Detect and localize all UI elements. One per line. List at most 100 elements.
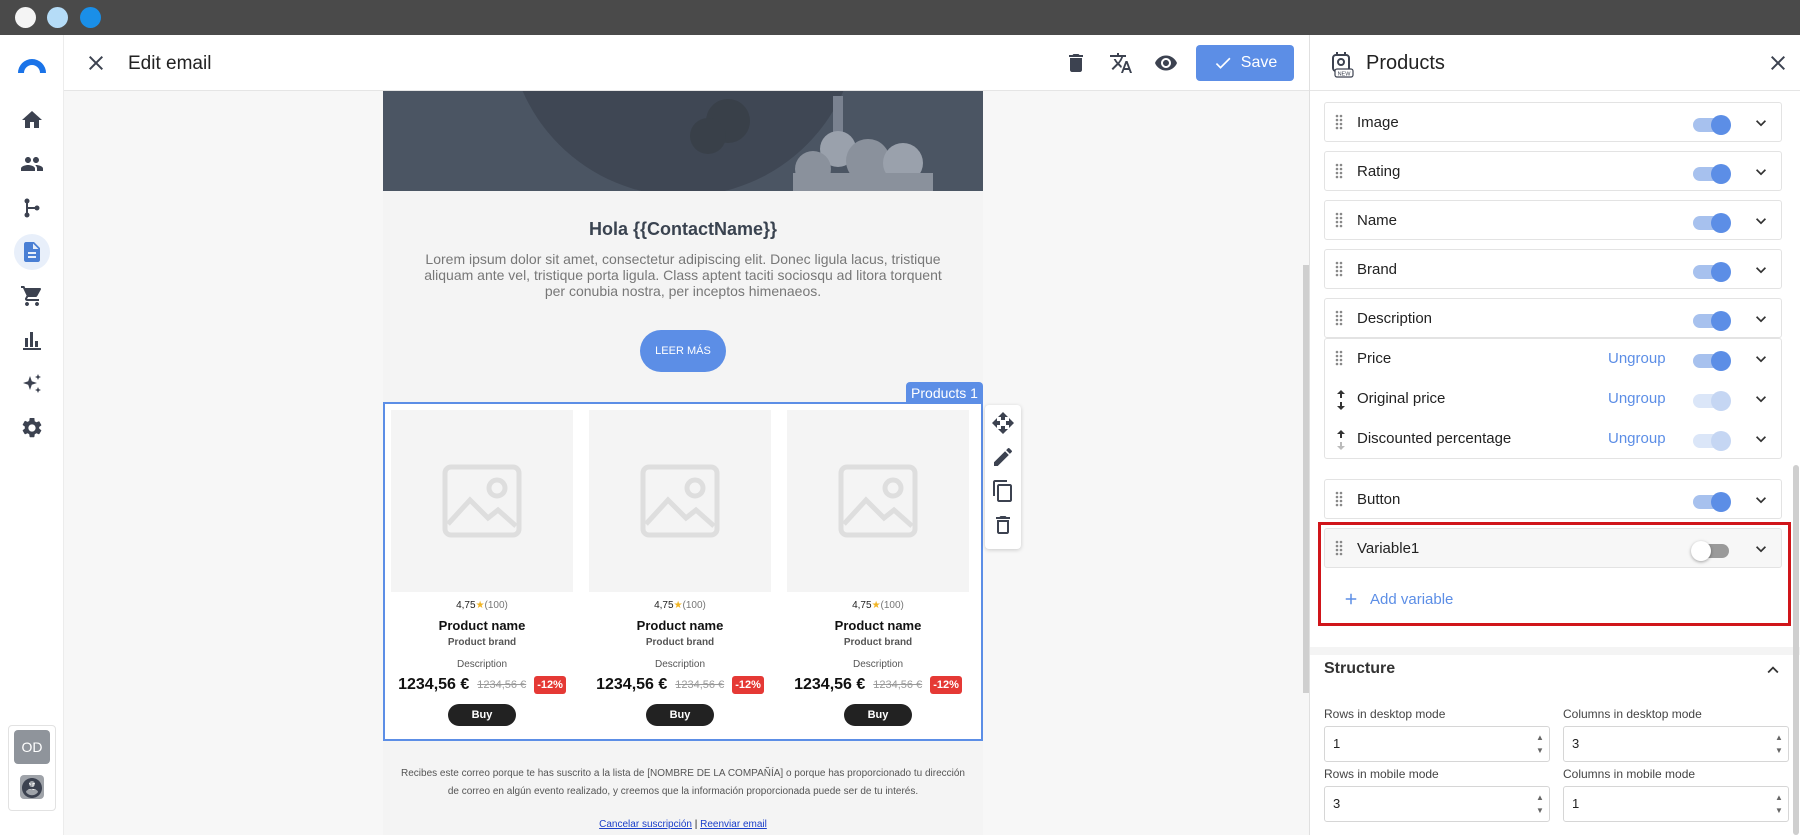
read-more-button[interactable]: LEER MÁS [640, 330, 726, 372]
product-image [589, 410, 771, 592]
edit-pencil-icon[interactable] [991, 445, 1015, 469]
chevron-down-icon[interactable] [1751, 260, 1771, 280]
nav-sparkle-icon[interactable] [14, 366, 50, 402]
email-greeting: Hola {{ContactName}} [588, 219, 778, 239]
field-toggle[interactable] [1693, 491, 1731, 512]
chevron-up-icon[interactable] [1762, 659, 1784, 681]
drag-handle-icon[interactable] [1335, 114, 1343, 130]
rows-mobile-input[interactable]: 3 ▲ ▼ [1324, 786, 1550, 822]
page-title: Edit email [128, 53, 212, 74]
field-row-description[interactable]: Description [1324, 298, 1782, 338]
nav-contacts-icon[interactable] [14, 146, 50, 182]
drag-handle-icon[interactable] [1335, 212, 1343, 228]
chevron-down-icon[interactable] [1751, 162, 1771, 182]
drag-handle-icon[interactable] [1335, 310, 1343, 326]
field-row-price[interactable]: Price Ungroup [1325, 339, 1781, 379]
product-card[interactable]: 4,75★(100) Product name Product brand De… [391, 410, 573, 726]
close-panel-icon[interactable] [1766, 51, 1790, 75]
product-discount-badge: -12% [534, 676, 566, 694]
unsubscribe-link[interactable]: Cancelar suscripción [599, 819, 692, 830]
field-toggle[interactable] [1693, 163, 1731, 184]
image-placeholder-icon [838, 464, 918, 538]
nav-home-icon[interactable] [14, 102, 50, 138]
drag-handle-icon[interactable] [1335, 350, 1343, 366]
products-block-label[interactable]: Products 1 [906, 382, 983, 403]
product-card[interactable]: 4,75★(100) Product name Product brand De… [589, 410, 771, 726]
chevron-down-icon[interactable] [1751, 113, 1771, 133]
duplicate-icon[interactable] [991, 479, 1015, 503]
chevron-down-icon[interactable] [1751, 349, 1771, 369]
app-logo-icon[interactable] [16, 55, 48, 75]
drag-handle-icon[interactable] [1335, 261, 1343, 277]
remove-block-icon[interactable] [991, 513, 1015, 537]
columns-desktop-input[interactable]: 3 ▲ ▼ [1563, 726, 1789, 762]
drag-handle-icon[interactable] [1335, 491, 1343, 507]
product-card[interactable]: 4,75★(100) Product name Product brand De… [787, 410, 969, 726]
avatar-od[interactable]: OD [14, 730, 50, 764]
resend-email-link[interactable]: Reenviar email [700, 819, 767, 830]
field-toggle[interactable] [1693, 114, 1731, 135]
field-row-button[interactable]: Button [1324, 479, 1782, 519]
ungroup-link[interactable]: Ungroup [1608, 430, 1666, 447]
chevron-down-icon[interactable] [1751, 490, 1771, 510]
rows-desktop-input[interactable]: 1 ▲ ▼ [1324, 726, 1550, 762]
nav-document-icon[interactable] [14, 234, 50, 270]
field-row-discounted-percentage[interactable]: Discounted percentage Ungroup [1325, 419, 1781, 459]
chevron-down-icon[interactable] [1751, 211, 1771, 231]
nav-profile-icon[interactable] [14, 770, 50, 806]
buy-button[interactable]: Buy [448, 704, 516, 726]
hero-image[interactable] [383, 91, 983, 191]
products-block[interactable]: 4,75★(100) Product name Product brand De… [383, 402, 983, 741]
email-footer-links: Cancelar suscripción | Reenviar email [400, 819, 966, 830]
preview-eye-icon[interactable] [1154, 51, 1178, 75]
window-maximize-button[interactable] [80, 7, 101, 28]
stepper-arrows-icon[interactable]: ▲ ▼ [1535, 731, 1545, 757]
nav-automation-icon[interactable] [14, 190, 50, 226]
stepper-arrows-icon[interactable]: ▲ ▼ [1774, 731, 1784, 757]
nav-settings-icon[interactable] [14, 410, 50, 446]
ungroup-link[interactable]: Ungroup [1608, 390, 1666, 407]
translate-icon[interactable] [1109, 51, 1133, 75]
stepper-arrows-icon[interactable]: ▲ ▼ [1535, 791, 1545, 817]
field-row-brand[interactable]: Brand [1324, 249, 1782, 289]
move-icon[interactable] [991, 411, 1015, 435]
save-button[interactable]: Save [1196, 45, 1294, 81]
field-row-original-price[interactable]: Original price Ungroup [1325, 379, 1781, 419]
nav-cart-icon[interactable] [14, 278, 50, 314]
svg-text:NEW: NEW [1338, 72, 1352, 78]
chevron-down-icon[interactable] [1751, 429, 1771, 449]
buy-button[interactable]: Buy [646, 704, 714, 726]
chevron-down-icon[interactable] [1751, 389, 1771, 409]
columns-desktop-label: Columns in desktop mode [1563, 707, 1702, 721]
nav-stats-icon[interactable] [14, 322, 50, 358]
image-placeholder-icon [640, 464, 720, 538]
window-minimize-button[interactable] [47, 7, 68, 28]
field-toggle[interactable] [1693, 350, 1731, 371]
ungroup-link[interactable]: Ungroup [1608, 350, 1666, 367]
sort-arrows-icon[interactable] [1335, 389, 1347, 411]
chevron-down-icon[interactable] [1751, 309, 1771, 329]
columns-mobile-input[interactable]: 1 ▲ ▼ [1563, 786, 1789, 822]
field-toggle[interactable] [1693, 430, 1731, 451]
stepper-arrows-icon[interactable]: ▲ ▼ [1774, 791, 1784, 817]
product-name: Product name [834, 618, 922, 633]
field-row-rating[interactable]: Rating [1324, 151, 1782, 191]
panel-scrollbar[interactable] [1793, 465, 1799, 835]
drag-handle-icon[interactable] [1335, 163, 1343, 179]
field-toggle[interactable] [1693, 390, 1731, 411]
product-description: Description [852, 659, 904, 670]
delete-icon[interactable] [1064, 51, 1088, 75]
field-toggle[interactable] [1693, 212, 1731, 233]
field-row-image[interactable]: Image [1324, 102, 1782, 142]
field-toggle[interactable] [1693, 261, 1731, 282]
price-field-group: Price Ungroup Original price Ungroup Dis… [1324, 338, 1782, 459]
close-editor-icon[interactable] [84, 51, 108, 75]
window-close-button[interactable] [15, 7, 36, 28]
field-toggle[interactable] [1693, 310, 1731, 331]
buy-button[interactable]: Buy [844, 704, 912, 726]
email-footer-text: Recibes este correo porque te has suscri… [401, 768, 965, 797]
sort-arrows-icon[interactable] [1335, 429, 1347, 451]
product-rating: 4,75★(100) [654, 600, 706, 611]
product-rating: 4,75★(100) [852, 600, 904, 611]
field-row-name[interactable]: Name [1324, 200, 1782, 240]
